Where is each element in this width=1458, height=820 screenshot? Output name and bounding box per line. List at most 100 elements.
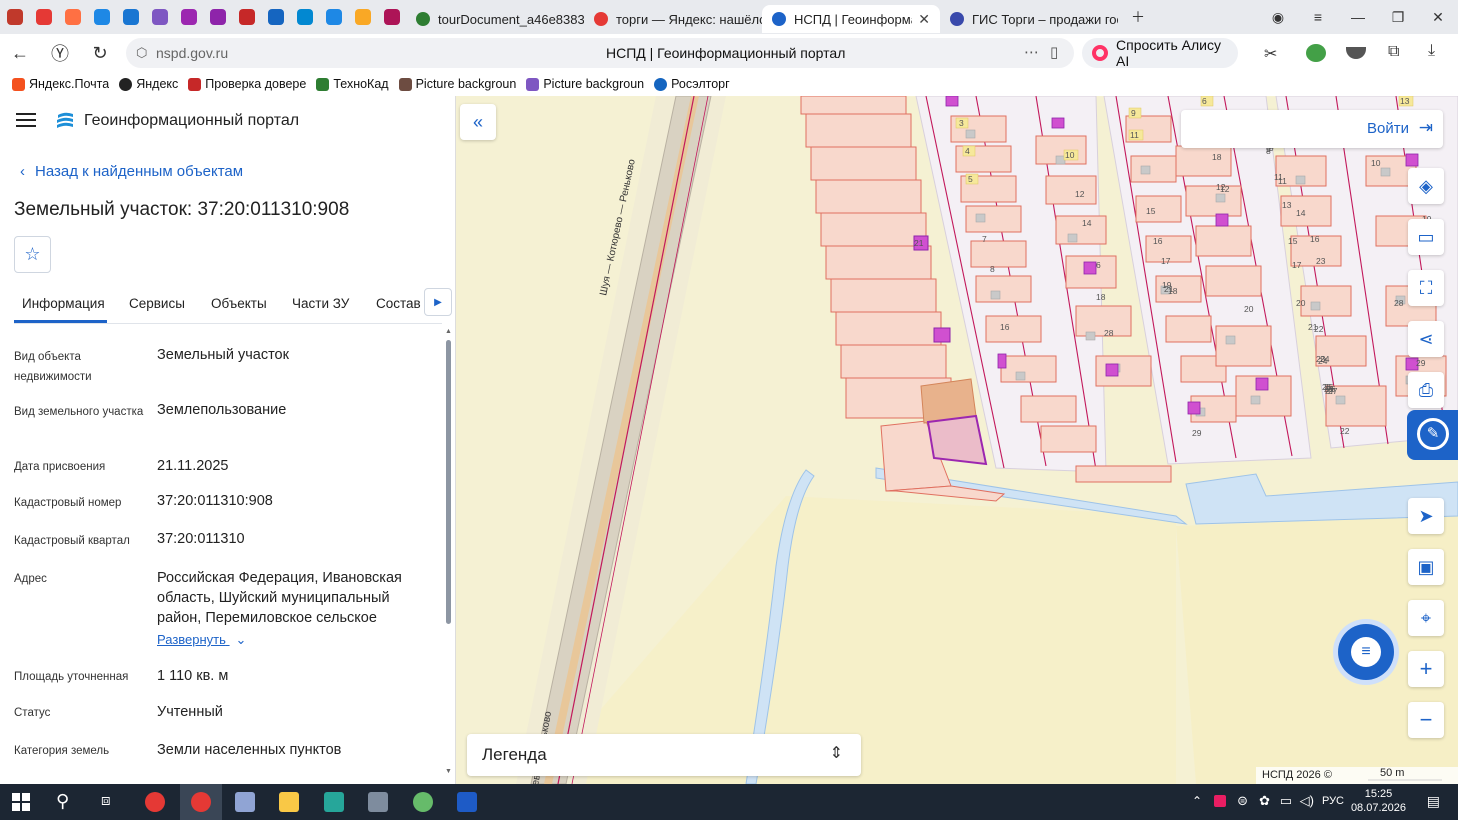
- tray-app-icon[interactable]: [1214, 795, 1226, 807]
- notepad-icon[interactable]: [235, 792, 255, 812]
- tabs-next-button[interactable]: ▶: [424, 288, 452, 316]
- chat-assistant-button[interactable]: ≡: [1338, 624, 1394, 680]
- pinned-tab[interactable]: [145, 0, 174, 34]
- browser-tab-active[interactable]: НСПД | Геоинформаци✕: [762, 5, 940, 33]
- volume-icon[interactable]: ◁): [1300, 793, 1314, 809]
- scroll-up-icon[interactable]: ▲: [445, 328, 452, 335]
- browser-app-icon[interactable]: [145, 792, 165, 812]
- login-button[interactable]: Войти ⇥: [1181, 110, 1443, 148]
- pinned-tab[interactable]: [0, 0, 29, 34]
- pinned-tab[interactable]: [116, 0, 145, 34]
- bookmark-item[interactable]: Яндекс.Почта: [12, 77, 109, 91]
- url-field[interactable]: ⬡ nspd.gov.ru НСПД | Геоинформационный п…: [126, 38, 1074, 68]
- tab-parts[interactable]: Части ЗУ: [292, 296, 349, 311]
- panel-scrollbar[interactable]: ▲ ▼: [444, 328, 452, 778]
- browser-tab[interactable]: торги — Яндекс: нашёлся: [584, 5, 762, 33]
- system-clock[interactable]: 15:25 08.07.2026: [1351, 787, 1406, 815]
- app-icon[interactable]: [324, 792, 344, 812]
- close-window-icon[interactable]: ✕: [1418, 0, 1458, 34]
- svg-text:11: 11: [1274, 172, 1283, 182]
- tray-app-icon[interactable]: ⊜: [1237, 793, 1248, 809]
- profile-icon[interactable]: ◉: [1258, 0, 1298, 34]
- pinned-tab[interactable]: [174, 0, 203, 34]
- tray-arrow-icon[interactable]: ⌃: [1192, 794, 1202, 808]
- app-icon[interactable]: [413, 792, 433, 812]
- browser-tab[interactable]: ГИС Торги – продажи гос: [940, 5, 1118, 33]
- task-view-icon[interactable]: ⧈: [101, 792, 111, 809]
- ask-alice-button[interactable]: Спросить Алису AI: [1082, 37, 1238, 69]
- restore-icon[interactable]: ❐: [1378, 0, 1418, 34]
- browser-tab[interactable]: tourDocument_a46e8383-: [406, 5, 584, 33]
- shield-extension-icon[interactable]: [1306, 44, 1326, 62]
- shield-icon: ⬡: [136, 45, 148, 60]
- pinned-tab[interactable]: [348, 0, 377, 34]
- bookmark-item[interactable]: Росэлторг: [654, 77, 730, 91]
- cadastral-map[interactable]: Шуя — Котюрево — Реньково ево — Реньково: [456, 96, 1458, 784]
- pinned-tab[interactable]: [261, 0, 290, 34]
- file-explorer-icon[interactable]: [279, 792, 299, 812]
- tab-information[interactable]: Информация: [22, 296, 105, 311]
- notifications-icon[interactable]: ▤: [1427, 793, 1440, 810]
- pinned-tab[interactable]: [58, 0, 87, 34]
- minus-icon: −: [1419, 707, 1433, 732]
- back-to-results-link[interactable]: ‹ Назад к найденным объектам: [20, 163, 243, 180]
- yandex-browser-icon[interactable]: [191, 792, 211, 812]
- bookmark-item[interactable]: Яндекс: [119, 77, 178, 91]
- bookmark-item[interactable]: Picture backgroun: [526, 77, 644, 91]
- pinned-tab[interactable]: [203, 0, 232, 34]
- tab-composition[interactable]: Состав: [376, 296, 421, 311]
- minimap-button[interactable]: ▣: [1408, 549, 1444, 585]
- extension-icon[interactable]: ✂: [1264, 44, 1277, 64]
- pinned-tab[interactable]: [232, 0, 261, 34]
- menu-icon[interactable]: ≡: [1298, 0, 1338, 34]
- back-arrow-icon[interactable]: ←: [0, 34, 40, 72]
- legend-panel[interactable]: Легенда ⇕: [467, 734, 861, 776]
- tray-app-icon[interactable]: ✿: [1259, 793, 1270, 809]
- scroll-down-icon[interactable]: ▼: [445, 768, 452, 775]
- language-indicator[interactable]: РУС: [1322, 795, 1344, 807]
- map-view[interactable]: Шуя — Котюрево — Реньково ево — Реньково: [456, 96, 1458, 784]
- reload-icon[interactable]: ↻: [80, 34, 120, 72]
- zoom-out-button[interactable]: −: [1408, 702, 1444, 738]
- my-location-button[interactable]: ➤: [1408, 498, 1444, 534]
- print-button[interactable]: ⎙: [1408, 372, 1444, 408]
- svg-text:10: 10: [1065, 150, 1075, 160]
- app-icon[interactable]: [368, 792, 388, 812]
- word-icon[interactable]: [457, 792, 477, 812]
- expand-link[interactable]: Развернуть ⌄: [157, 632, 246, 648]
- feedback-button[interactable]: ✎: [1407, 410, 1458, 460]
- layers-button[interactable]: ◈: [1408, 168, 1444, 204]
- close-tab-icon[interactable]: ✕: [918, 11, 930, 28]
- minimize-icon[interactable]: —: [1338, 0, 1378, 34]
- network-icon[interactable]: ▭: [1280, 793, 1292, 809]
- new-tab-icon[interactable]: ＋: [1118, 0, 1158, 34]
- tab-objects[interactable]: Объекты: [211, 296, 267, 311]
- scroll-thumb[interactable]: [446, 340, 451, 624]
- select-area-button[interactable]: ⛶: [1408, 270, 1444, 306]
- geo-search-button[interactable]: ⌖: [1408, 600, 1444, 636]
- share-button[interactable]: ⋖: [1408, 321, 1444, 357]
- collapse-panel-button[interactable]: «: [460, 104, 496, 140]
- extensions-icon[interactable]: ⧉: [1388, 43, 1399, 61]
- download-icon[interactable]: ⤓: [1428, 42, 1435, 60]
- bookmark-item[interactable]: Picture backgroun: [398, 77, 516, 91]
- ruler-button[interactable]: ▭: [1408, 219, 1444, 255]
- bookmark-item[interactable]: Проверка довере: [188, 77, 306, 91]
- bookmark-icon[interactable]: ▯: [1050, 43, 1058, 61]
- hamburger-menu-icon[interactable]: [16, 113, 36, 127]
- yandex-home-icon[interactable]: Ⓨ: [40, 34, 80, 72]
- pinned-tab[interactable]: [87, 0, 116, 34]
- windows-start-icon[interactable]: [12, 793, 30, 811]
- gis-torgi-icon: [950, 12, 964, 26]
- favorite-button[interactable]: ☆: [14, 236, 51, 273]
- more-icon[interactable]: ⋯: [1024, 43, 1039, 61]
- zoom-in-button[interactable]: +: [1408, 651, 1444, 687]
- tab-services[interactable]: Сервисы: [129, 296, 185, 311]
- share-icon: ⋖: [1418, 328, 1434, 349]
- pinned-tab[interactable]: [319, 0, 348, 34]
- pinned-tab[interactable]: [377, 0, 406, 34]
- bookmark-item[interactable]: ТехноКад: [316, 77, 389, 91]
- pinned-tab[interactable]: [29, 0, 58, 34]
- pinned-tab[interactable]: [290, 0, 319, 34]
- search-icon[interactable]: ⚲: [56, 791, 69, 812]
